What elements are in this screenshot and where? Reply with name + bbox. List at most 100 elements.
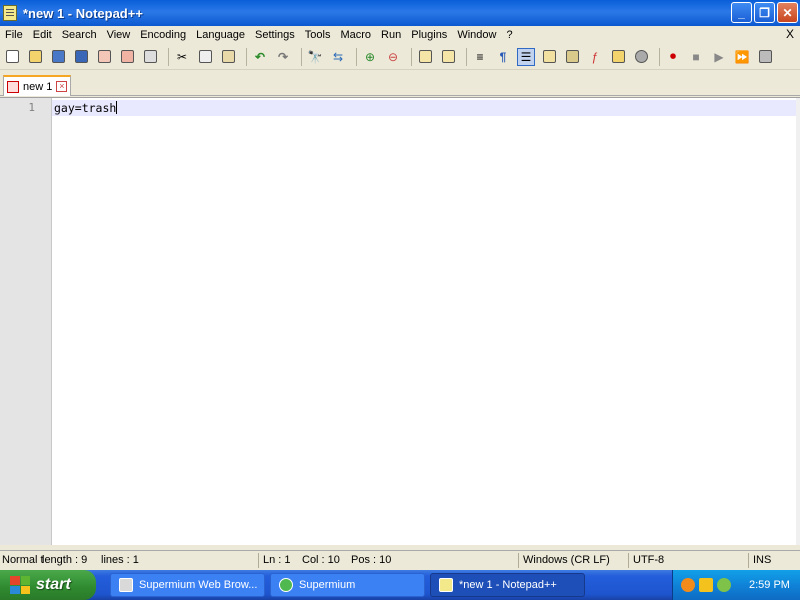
close-document-button[interactable]: X bbox=[786, 27, 794, 41]
notepadpp-icon bbox=[439, 578, 453, 592]
menu-bar: File Edit Search View Encoding Language … bbox=[0, 26, 800, 44]
menu-run[interactable]: Run bbox=[376, 29, 406, 41]
replace-icon[interactable]: ⇆ bbox=[329, 48, 347, 66]
undo-icon[interactable]: ↶ bbox=[251, 48, 269, 66]
udl-icon[interactable] bbox=[540, 48, 558, 66]
status-divider bbox=[518, 553, 519, 568]
close-button[interactable]: ✕ bbox=[777, 2, 798, 23]
close-all-icon[interactable] bbox=[118, 48, 136, 66]
zoom-out-icon[interactable]: ⊖ bbox=[384, 48, 402, 66]
toolbar-separator bbox=[246, 47, 247, 66]
menu-settings[interactable]: Settings bbox=[250, 29, 300, 41]
copy-icon[interactable] bbox=[196, 48, 214, 66]
doc-map-icon[interactable] bbox=[563, 48, 581, 66]
window-controls: _ ❐ ✕ bbox=[731, 2, 798, 23]
toolbar-separator bbox=[411, 47, 412, 66]
toolbar-separator bbox=[466, 47, 467, 66]
search-icon[interactable] bbox=[681, 578, 695, 592]
taskbar-item-label: Supermium Web Brow... bbox=[139, 579, 258, 591]
menu-search[interactable]: Search bbox=[57, 29, 102, 41]
taskbar-item-notepadpp[interactable]: *new 1 - Notepad++ bbox=[430, 573, 585, 597]
word-wrap-icon[interactable]: ≡ bbox=[471, 48, 489, 66]
status-divider bbox=[748, 553, 749, 568]
sync-vertical-icon[interactable] bbox=[416, 48, 434, 66]
status-encoding: UTF-8 bbox=[633, 554, 665, 566]
editor-area[interactable]: 1 gay=trash bbox=[0, 97, 800, 545]
status-length: length : 9 bbox=[42, 554, 88, 566]
paste-icon[interactable] bbox=[219, 48, 237, 66]
save-all-icon[interactable] bbox=[72, 48, 90, 66]
start-label: start bbox=[36, 576, 71, 593]
find-icon[interactable]: 🔭 bbox=[306, 48, 324, 66]
status-bar: Normal t length : 9 lines : 1 Ln : 1 Col… bbox=[0, 550, 800, 570]
close-file-icon[interactable] bbox=[95, 48, 113, 66]
save-macro-icon[interactable] bbox=[756, 48, 774, 66]
new-file-icon[interactable] bbox=[3, 48, 21, 66]
toolbar-separator bbox=[356, 47, 357, 66]
menu-language[interactable]: Language bbox=[191, 29, 250, 41]
menu-view[interactable]: View bbox=[102, 29, 136, 41]
minimize-button[interactable]: _ bbox=[731, 2, 752, 23]
menu-plugins[interactable]: Plugins bbox=[406, 29, 452, 41]
play-macro-icon[interactable]: ▶ bbox=[710, 48, 728, 66]
open-file-icon[interactable] bbox=[26, 48, 44, 66]
menu-edit[interactable]: Edit bbox=[28, 29, 57, 41]
text-caret bbox=[116, 101, 118, 114]
sync-horizontal-icon[interactable] bbox=[439, 48, 457, 66]
tab-new-1[interactable]: new 1 × bbox=[3, 75, 71, 96]
toolbar: ✂ ↶ ↷ 🔭 ⇆ ⊕ ⊖ ≡ ¶ ☰ ƒ ⏺ ■ ▶ ⏩ bbox=[0, 44, 800, 70]
code-line[interactable]: gay=trash bbox=[54, 101, 118, 115]
start-button[interactable]: start bbox=[0, 570, 96, 600]
status-insert-mode: INS bbox=[753, 554, 772, 566]
title-bar[interactable]: *new 1 - Notepad++ _ ❐ ✕ bbox=[0, 0, 800, 26]
status-doc-type: Normal t bbox=[2, 554, 44, 566]
menu-encoding[interactable]: Encoding bbox=[135, 29, 191, 41]
status-column: Col : 10 bbox=[302, 554, 340, 566]
status-divider bbox=[258, 553, 259, 568]
taskbar-item-label: Supermium bbox=[299, 579, 356, 591]
print-icon[interactable] bbox=[141, 48, 159, 66]
monitoring-icon[interactable] bbox=[632, 48, 650, 66]
menu-window[interactable]: Window bbox=[452, 29, 501, 41]
menu-file[interactable]: File bbox=[0, 29, 28, 41]
menu-help[interactable]: ? bbox=[501, 29, 517, 41]
run-multiple-macro-icon[interactable]: ⏩ bbox=[733, 48, 751, 66]
notepadpp-icon bbox=[3, 5, 17, 21]
status-lines: lines : 1 bbox=[101, 554, 139, 566]
menu-tools[interactable]: Tools bbox=[300, 29, 336, 41]
zoom-in-icon[interactable]: ⊕ bbox=[361, 48, 379, 66]
line-number: 1 bbox=[28, 101, 35, 114]
taskbar-item-supermium[interactable]: Supermium bbox=[270, 573, 425, 597]
vertical-scrollbar[interactable] bbox=[796, 98, 800, 545]
windows-flag-icon bbox=[10, 576, 30, 594]
tab-label: new 1 bbox=[23, 80, 53, 93]
folder-workspace-icon[interactable] bbox=[609, 48, 627, 66]
cut-icon[interactable]: ✂ bbox=[173, 48, 191, 66]
indent-guide-icon[interactable]: ☰ bbox=[517, 47, 535, 66]
toolbar-separator bbox=[659, 47, 660, 66]
stop-macro-icon[interactable]: ■ bbox=[687, 48, 705, 66]
taskbar-item-label: *new 1 - Notepad++ bbox=[459, 579, 557, 591]
function-list-icon[interactable]: ƒ bbox=[586, 48, 604, 66]
current-line-highlight bbox=[52, 100, 796, 116]
menu-macro[interactable]: Macro bbox=[335, 29, 376, 41]
redo-icon[interactable]: ↷ bbox=[274, 48, 292, 66]
tab-close-icon[interactable]: × bbox=[56, 81, 68, 92]
toolbar-separator bbox=[301, 47, 302, 66]
system-tray: 2:59 PM bbox=[672, 570, 800, 600]
taskbar-item-supermium-web-browser[interactable]: Supermium Web Brow... bbox=[110, 573, 265, 597]
show-all-chars-icon[interactable]: ¶ bbox=[494, 48, 512, 66]
status-divider bbox=[628, 553, 629, 568]
security-shield-icon[interactable] bbox=[699, 578, 713, 592]
tab-bar: new 1 × bbox=[0, 72, 800, 96]
save-icon[interactable] bbox=[49, 48, 67, 66]
network-icon[interactable] bbox=[717, 578, 731, 592]
toolbar-separator bbox=[168, 47, 169, 66]
record-macro-icon[interactable]: ⏺ bbox=[664, 48, 682, 66]
clock[interactable]: 2:59 PM bbox=[749, 579, 790, 591]
code-text: gay=trash bbox=[54, 101, 117, 115]
status-line-number: Ln : 1 bbox=[263, 554, 291, 566]
maximize-button[interactable]: ❐ bbox=[754, 2, 775, 23]
window-title: *new 1 - Notepad++ bbox=[23, 5, 143, 21]
status-position: Pos : 10 bbox=[351, 554, 392, 566]
